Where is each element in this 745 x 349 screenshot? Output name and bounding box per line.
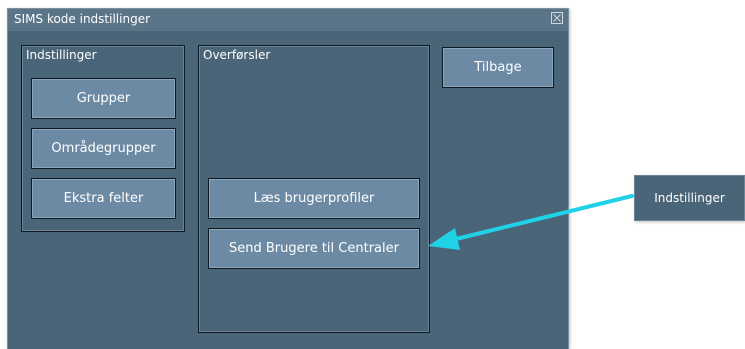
callout-arrow xyxy=(428,194,634,250)
